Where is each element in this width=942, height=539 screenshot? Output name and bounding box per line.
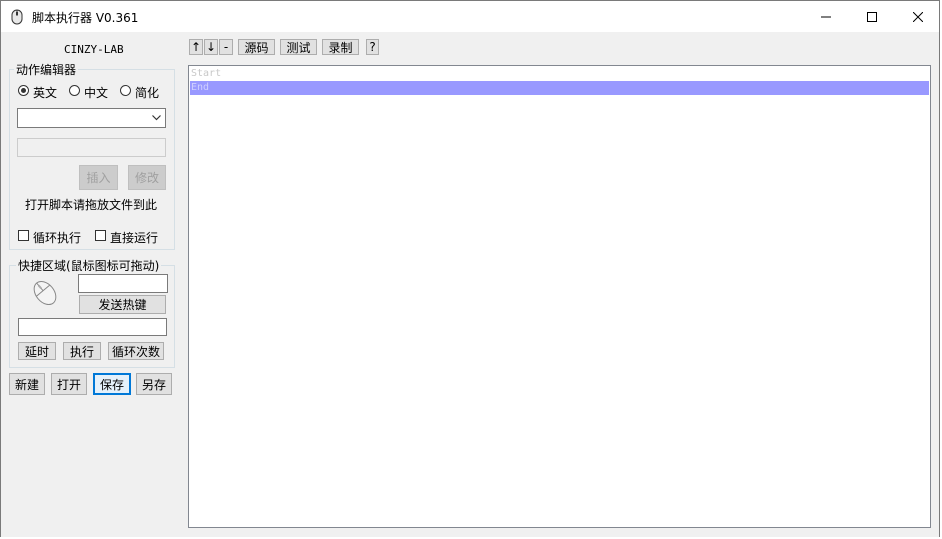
open-button[interactable]: 打开 bbox=[51, 373, 87, 395]
radio-english-label: 英文 bbox=[33, 86, 58, 100]
loop-count-button[interactable]: 循环次数 bbox=[108, 342, 164, 360]
maximize-icon bbox=[867, 11, 877, 22]
radio-chinese-label: 中文 bbox=[84, 86, 109, 100]
close-button[interactable] bbox=[895, 1, 941, 32]
radio-simplified-label: 简化 bbox=[135, 86, 160, 100]
list-item-start[interactable]: Start bbox=[190, 67, 929, 81]
action-combo[interactable] bbox=[17, 108, 166, 128]
drop-hint: 打开脚本请拖放文件到此 bbox=[25, 198, 158, 212]
new-button[interactable]: 新建 bbox=[9, 373, 45, 395]
window-title: 脚本执行器 V0.361 bbox=[32, 11, 139, 25]
quick-text-input[interactable] bbox=[18, 318, 167, 336]
brand-label: CINZY-LAB bbox=[64, 43, 124, 56]
radio-simplified[interactable] bbox=[120, 85, 131, 96]
title-bar: 脚本执行器 V0.361 bbox=[1, 1, 939, 32]
radio-chinese[interactable] bbox=[69, 85, 80, 96]
source-button[interactable]: 源码 bbox=[238, 39, 275, 55]
direct-run-label: 直接运行 bbox=[110, 231, 159, 245]
app-window: 脚本执行器 V0.361 CINZY-LAB 动作编辑器 英文 中文 简化 插入… bbox=[0, 0, 940, 537]
direct-run-checkbox[interactable] bbox=[95, 230, 106, 241]
script-list[interactable]: Start End bbox=[188, 65, 931, 528]
record-button[interactable]: 录制 bbox=[322, 39, 359, 55]
chevron-down-icon bbox=[152, 115, 161, 121]
loop-label: 循环执行 bbox=[33, 231, 82, 245]
param-input[interactable] bbox=[17, 138, 166, 157]
mouse-app-icon bbox=[11, 9, 23, 25]
minimize-button[interactable] bbox=[803, 1, 849, 32]
maximize-button[interactable] bbox=[849, 1, 895, 32]
mouse-drag-icon[interactable] bbox=[28, 278, 62, 308]
save-button[interactable]: 保存 bbox=[93, 373, 131, 395]
help-button[interactable]: ? bbox=[366, 39, 379, 55]
radio-english[interactable] bbox=[18, 85, 29, 96]
save-as-button[interactable]: 另存 bbox=[136, 373, 172, 395]
list-item-end[interactable]: End bbox=[190, 81, 929, 95]
execute-button[interactable]: 执行 bbox=[63, 342, 101, 360]
insert-button[interactable]: 插入 bbox=[79, 165, 118, 190]
quick-area-title: 快捷区域(鼠标图标可拖动) bbox=[16, 257, 162, 274]
action-editor-title: 动作编辑器 bbox=[14, 61, 79, 78]
close-icon bbox=[913, 11, 923, 22]
main-content: CINZY-LAB 动作编辑器 英文 中文 简化 插入 修改 打开脚本请拖放文件… bbox=[1, 32, 939, 537]
modify-button[interactable]: 修改 bbox=[128, 165, 166, 190]
hotkey-input[interactable] bbox=[78, 274, 168, 293]
move-down-button[interactable]: ↓ bbox=[204, 39, 218, 55]
test-button[interactable]: 测试 bbox=[280, 39, 317, 55]
move-up-button[interactable]: ↑ bbox=[189, 39, 203, 55]
delete-button[interactable]: - bbox=[219, 39, 233, 55]
send-hotkey-button[interactable]: 发送热键 bbox=[79, 295, 166, 314]
loop-checkbox[interactable] bbox=[18, 230, 29, 241]
minimize-icon bbox=[821, 16, 831, 17]
delay-button[interactable]: 延时 bbox=[18, 342, 56, 360]
